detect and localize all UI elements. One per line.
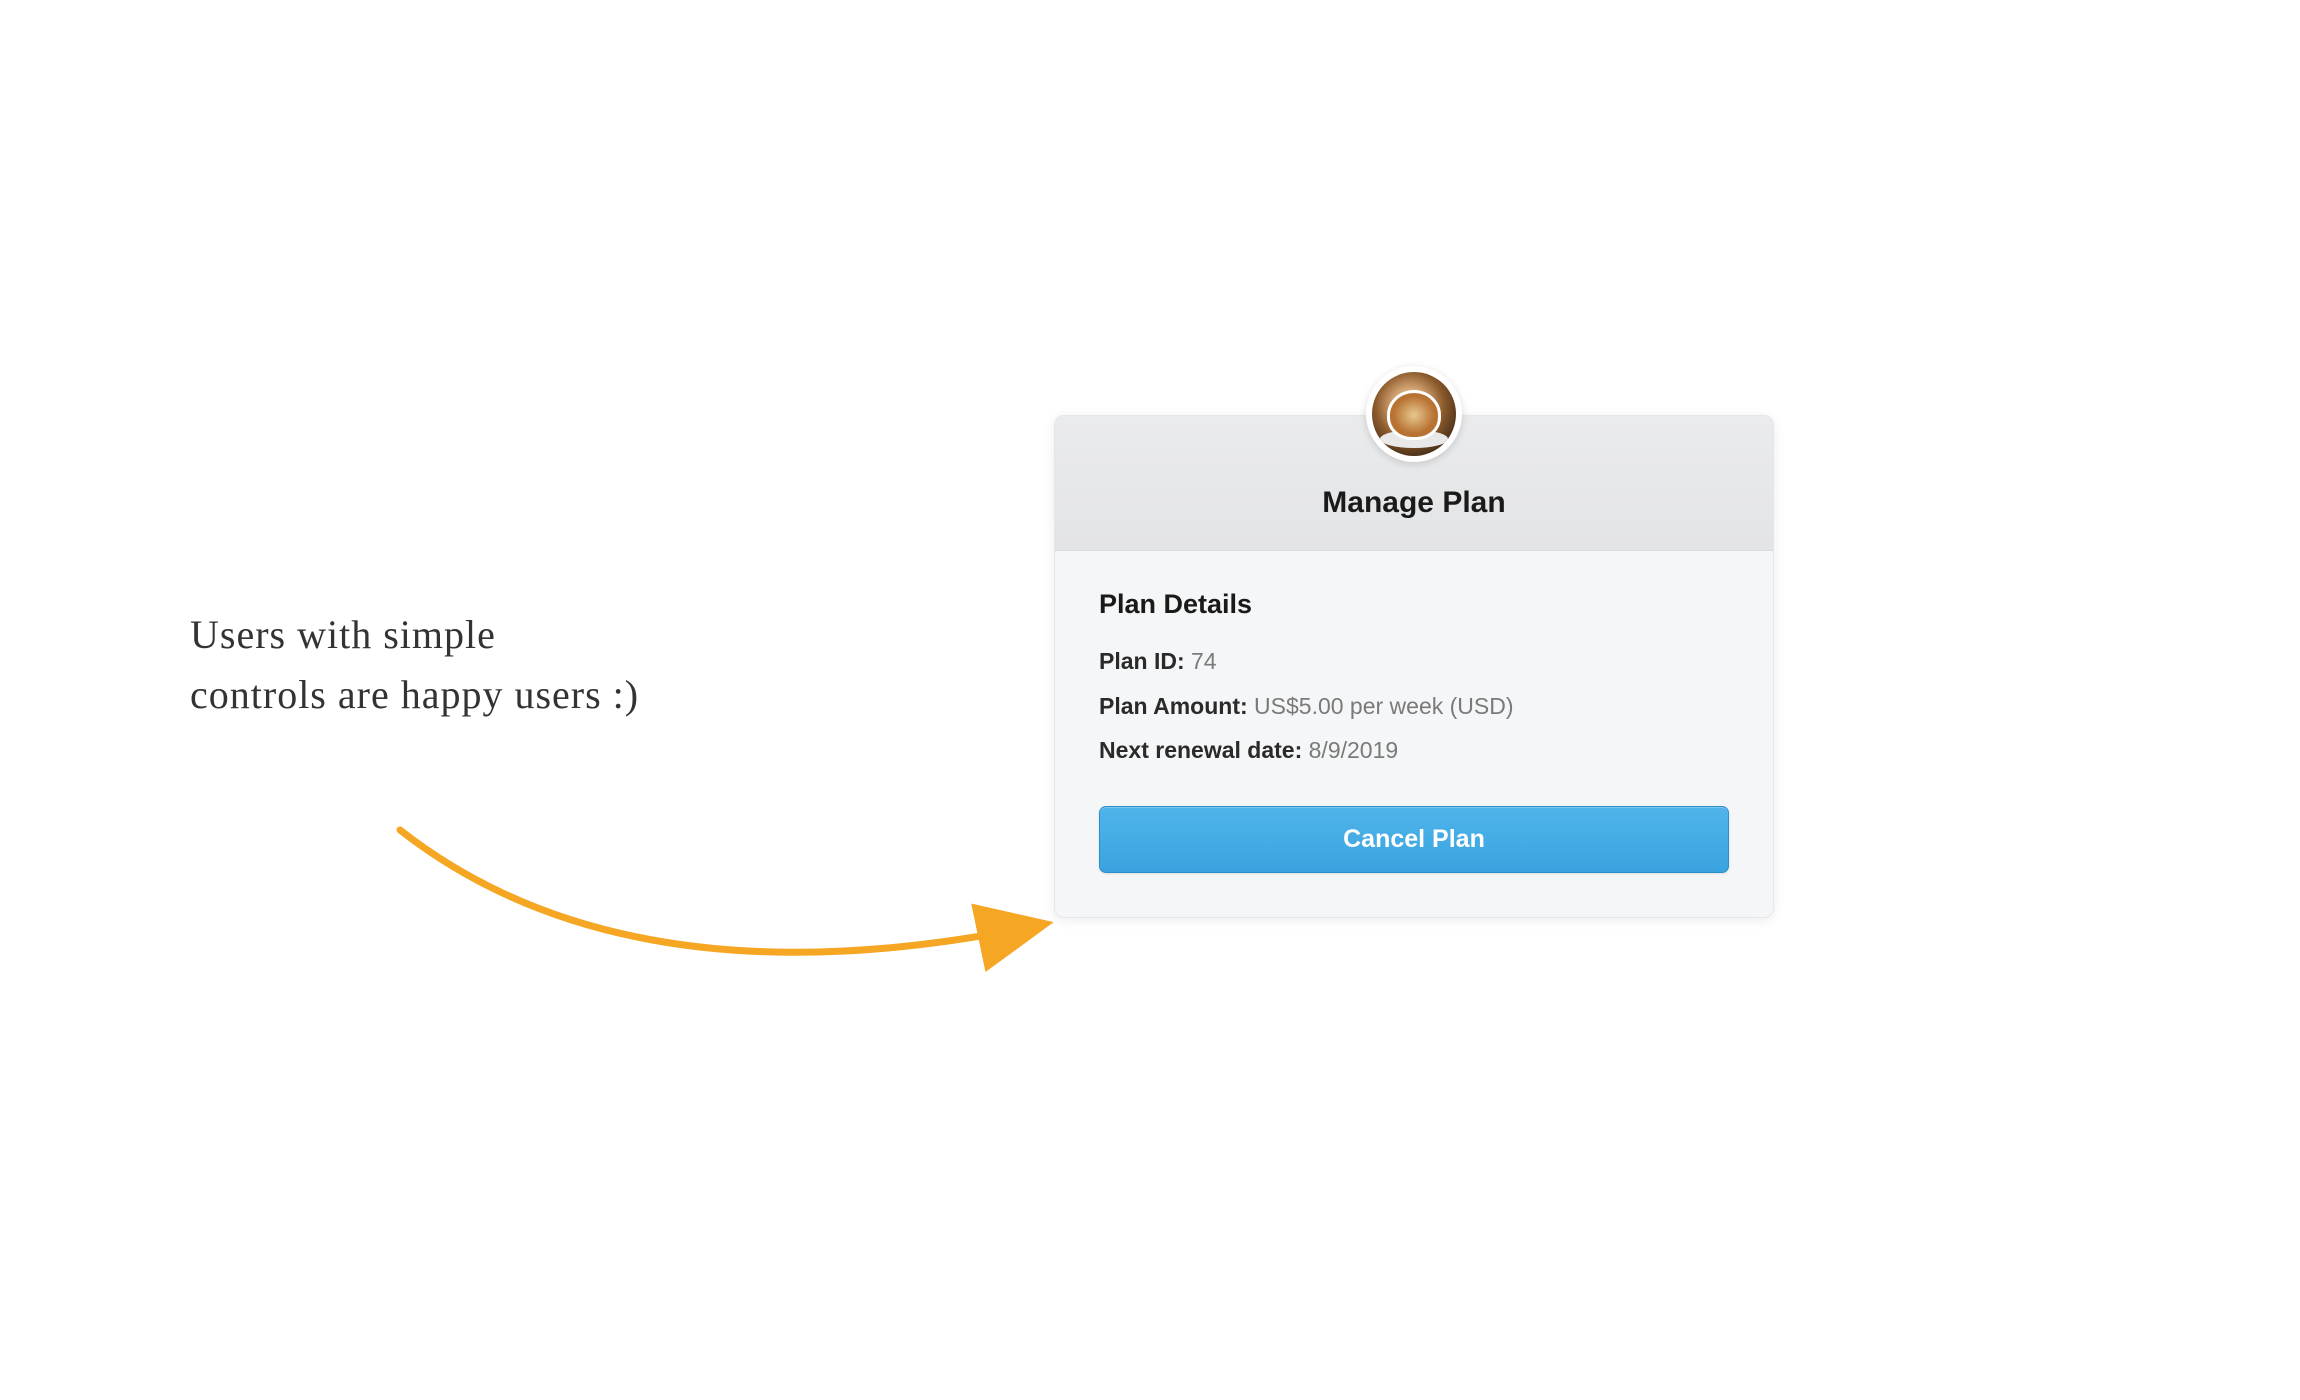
- plan-id-label: Plan ID:: [1099, 648, 1185, 674]
- avatar-wrapper: [1366, 366, 1462, 462]
- next-renewal-value: 8/9/2019: [1309, 737, 1399, 763]
- plan-amount-label: Plan Amount:: [1099, 693, 1248, 719]
- card-body: Plan Details Plan ID: 74 Plan Amount: US…: [1055, 551, 1773, 917]
- plan-id-row: Plan ID: 74: [1099, 644, 1729, 679]
- cancel-plan-button[interactable]: Cancel Plan: [1099, 806, 1729, 873]
- avatar: [1372, 372, 1456, 456]
- plan-amount-row: Plan Amount: US$5.00 per week (USD): [1099, 689, 1729, 724]
- arrow-icon: [380, 810, 1080, 1010]
- manage-plan-card: Manage Plan Plan Details Plan ID: 74 Pla…: [1054, 415, 1774, 918]
- plan-details-heading: Plan Details: [1099, 589, 1729, 620]
- annotation-text: Users with simple controls are happy use…: [190, 605, 640, 725]
- annotation-caption: Users with simple controls are happy use…: [190, 605, 640, 725]
- card-header: Manage Plan: [1055, 416, 1773, 551]
- plan-id-value: 74: [1191, 648, 1217, 674]
- card-title: Manage Plan: [1085, 486, 1743, 520]
- plan-amount-value: US$5.00 per week (USD): [1254, 693, 1514, 719]
- next-renewal-label: Next renewal date:: [1099, 737, 1302, 763]
- next-renewal-row: Next renewal date: 8/9/2019: [1099, 733, 1729, 768]
